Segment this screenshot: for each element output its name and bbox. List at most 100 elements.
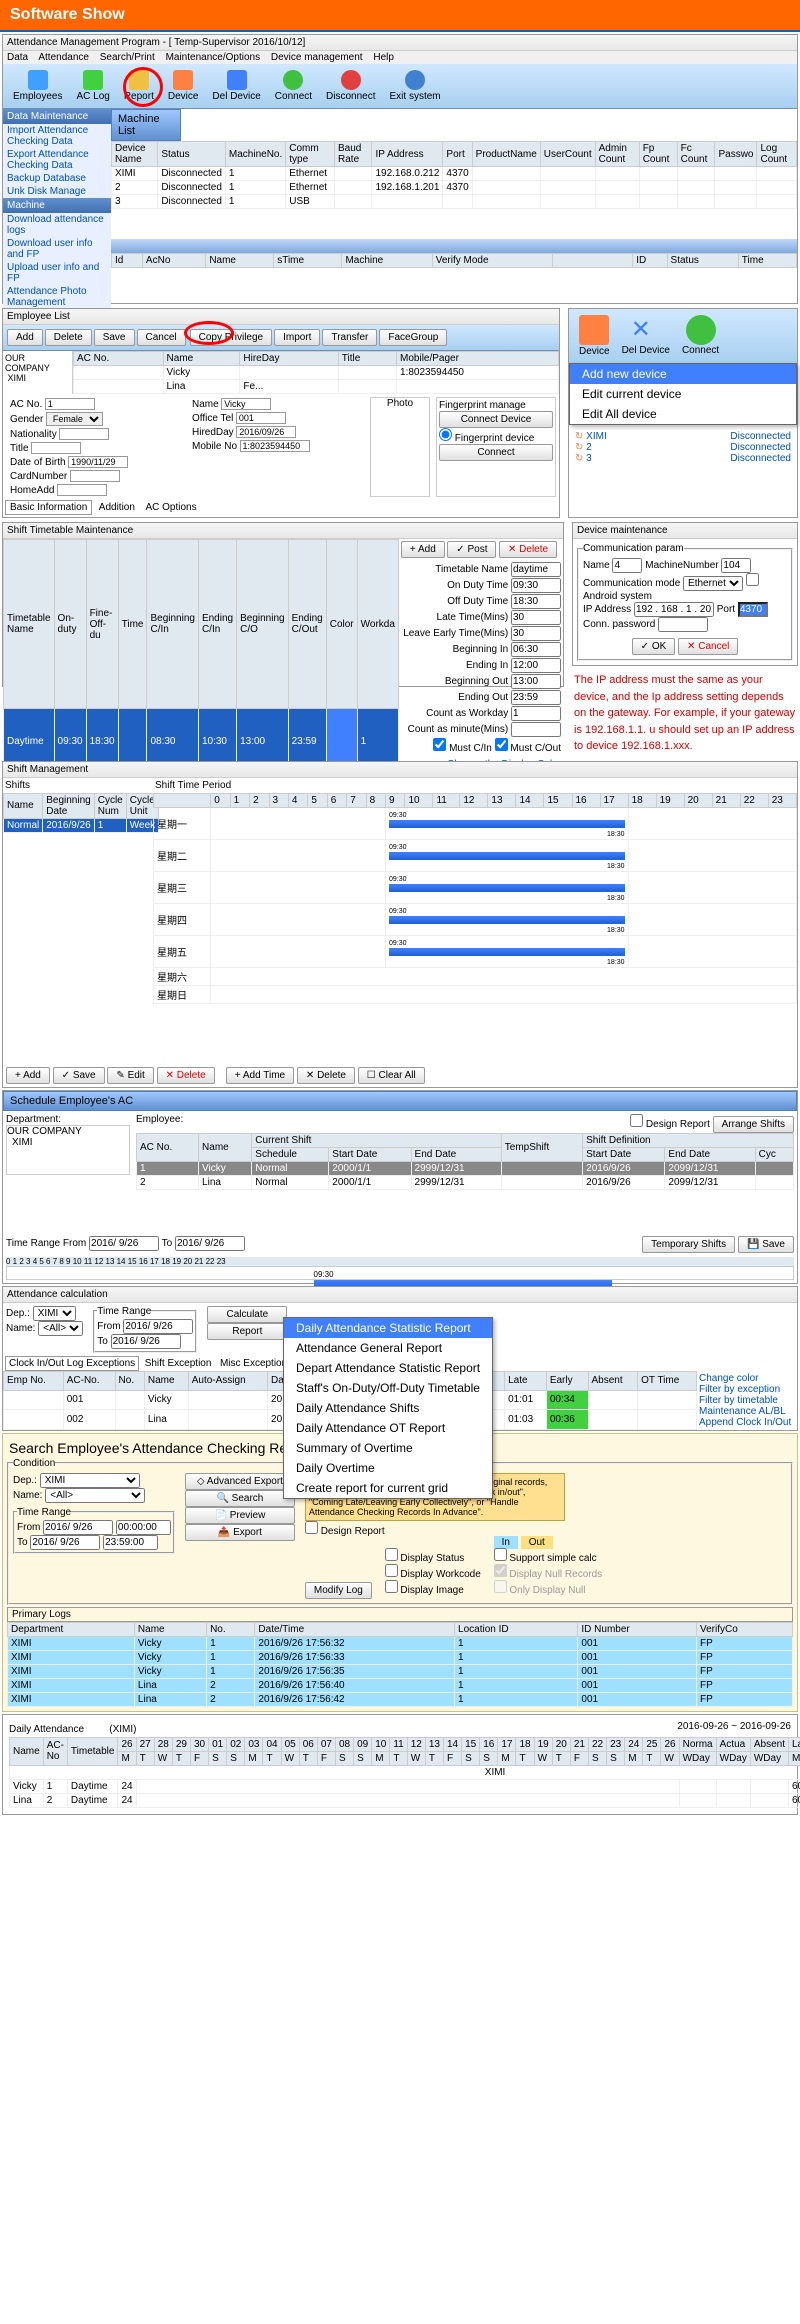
dm-cmode[interactable]: Ethernet (683, 576, 743, 591)
tb-employees[interactable]: Employees (7, 68, 68, 104)
rpt-staff[interactable]: Staff's On-Duty/Off-Duty Timetable (284, 1378, 492, 1398)
emp-import[interactable]: Import (274, 329, 320, 346)
side-dluser[interactable]: Download user info and FP (3, 237, 111, 261)
sm-delete[interactable]: ✕ Delete (157, 1067, 215, 1084)
rpt-daily[interactable]: Daily Attendance Statistic Report (284, 1318, 492, 1338)
tab-add[interactable]: Addition (95, 501, 139, 514)
rpt-shifts[interactable]: Daily Attendance Shifts (284, 1398, 492, 1418)
tb-disconnect[interactable]: Disconnect (320, 68, 381, 104)
menu-add-device[interactable]: Add new device (570, 364, 796, 384)
report-btn[interactable]: Report (207, 1323, 287, 1340)
simple-chk[interactable]: Support simple calc (494, 1553, 597, 1564)
dm-cancel[interactable]: ✕ Cancel (678, 638, 738, 655)
f-workday[interactable] (511, 706, 561, 721)
tb-aclog[interactable]: AC Log (70, 68, 115, 104)
side-photo[interactable]: Attendance Photo Management (3, 285, 111, 309)
hired-input[interactable] (236, 426, 296, 438)
tt-add[interactable]: + Add (401, 541, 445, 558)
primary-tab[interactable]: Primary Logs (7, 1607, 793, 1622)
sm-clear[interactable]: ☐ Clear All (358, 1067, 425, 1084)
side-export[interactable]: Export Attendance Checking Data (3, 148, 111, 172)
sm-edit[interactable]: ✎ Edit (107, 1067, 153, 1084)
dept-tree[interactable]: OUR COMPANY XIMI (6, 1125, 130, 1175)
menu-attendance[interactable]: Attendance (38, 52, 89, 63)
birth-input[interactable] (68, 456, 128, 468)
acno-input[interactable] (45, 398, 95, 410)
name-input[interactable] (221, 398, 271, 410)
tt-grid[interactable]: Timetable NameOn-dutyFine-Off-duTimeBegi… (3, 539, 399, 775)
dm-ok[interactable]: ✓ OK (632, 638, 676, 655)
calc-from[interactable] (123, 1319, 193, 1334)
calculate-btn[interactable]: Calculate (207, 1306, 287, 1323)
emp-del[interactable]: Delete (45, 329, 92, 346)
search-grid[interactable]: DepartmentNameNo.Date/TimeLocation IDID … (7, 1622, 793, 1707)
nat-input[interactable] (59, 428, 109, 440)
sched-grid[interactable]: AC No.NameCurrent ShiftTempShiftShift De… (136, 1133, 794, 1190)
rpt-dot[interactable]: Daily Overtime (284, 1458, 492, 1478)
disp-img[interactable]: Display Image (385, 1585, 464, 1596)
emp-add[interactable]: Add (7, 329, 43, 346)
gender-select[interactable]: Female (46, 412, 103, 426)
tb-exit[interactable]: Exit system (384, 68, 447, 104)
shifts-grid[interactable]: NameBeginning DateCycle NumCycle Unit No… (3, 793, 159, 833)
dm-ip[interactable] (634, 602, 714, 617)
rpt-depart[interactable]: Depart Attendance Statistic Report (284, 1358, 492, 1378)
dm-mnum[interactable] (721, 558, 751, 573)
chk-mustout[interactable]: Must C/Out (495, 743, 561, 754)
card-input[interactable] (70, 470, 120, 482)
f-beginout[interactable] (511, 674, 561, 689)
side-maint[interactable]: Maintenance AL/BL (699, 1406, 795, 1417)
sched-save-btn[interactable]: 💾 Save (738, 1236, 794, 1253)
preview-btn[interactable]: 📄 Preview (185, 1507, 295, 1524)
calc-dep[interactable]: XIMI (33, 1306, 76, 1321)
rpt-sum[interactable]: Summary of Overtime (284, 1438, 492, 1458)
calc-to[interactable] (111, 1334, 181, 1349)
connect-btn[interactable]: Connect (439, 444, 553, 461)
tt-delete[interactable]: ✕ Delete (499, 541, 557, 558)
title-input[interactable] (31, 442, 81, 454)
side-backup[interactable]: Backup Database (3, 172, 111, 185)
menu-device[interactable]: Device management (271, 52, 363, 63)
machine-grid[interactable]: Device NameStatusMachineNo.Comm typeBaud… (111, 141, 797, 209)
s-dep[interactable]: XIMI (40, 1473, 140, 1488)
detail-splitter[interactable] (111, 239, 797, 253)
menu-search[interactable]: Search/Print (100, 52, 155, 63)
export-btn[interactable]: 📤 Export (185, 1524, 295, 1541)
design-chk[interactable]: Design Report (630, 1119, 710, 1130)
side-dlatt[interactable]: Download attendance logs (3, 213, 111, 237)
calc-tab2[interactable]: Misc Exception (217, 1357, 290, 1370)
emp-facegroup[interactable]: FaceGroup (379, 329, 447, 346)
f-beginin[interactable] (511, 642, 561, 657)
tab-basic[interactable]: Basic Information (5, 500, 92, 515)
tb-connect[interactable]: Connect (269, 68, 318, 104)
f-howmany[interactable] (511, 722, 561, 737)
dm-port[interactable] (738, 602, 768, 617)
tb-deldevice[interactable]: Del Device (206, 68, 266, 104)
f-leave[interactable] (511, 626, 561, 641)
side-udisk[interactable]: Unk Disk Manage (3, 185, 111, 198)
disp-status[interactable]: Display Status (385, 1553, 465, 1564)
sm-add[interactable]: + Add (6, 1067, 50, 1084)
menu-data[interactable]: Data (7, 52, 28, 63)
emp-save[interactable]: Save (94, 329, 135, 346)
period-grid[interactable]: 01234567891011121314151617181920212223 星… (153, 793, 797, 1004)
menu-help[interactable]: Help (373, 52, 394, 63)
f-late[interactable] (511, 610, 561, 625)
null-chk[interactable]: Display Null Records (494, 1569, 603, 1580)
menubar[interactable]: Data Attendance Search/Print Maintenance… (3, 51, 797, 64)
menu-edit-all[interactable]: Edit All device (570, 404, 796, 424)
fp-radio[interactable]: Fingerprint device (439, 433, 534, 444)
side-filtertt[interactable]: Filter by timetable (699, 1395, 795, 1406)
dm-name[interactable] (612, 558, 642, 573)
rpt-gen[interactable]: Attendance General Report (284, 1338, 492, 1358)
emp-transfer[interactable]: Transfer (322, 329, 377, 346)
mobile-input[interactable] (240, 440, 310, 452)
menu-edit-device[interactable]: Edit current device (570, 384, 796, 404)
big-device[interactable]: Device (573, 313, 616, 359)
calc-tab0[interactable]: Clock In/Out Log Exceptions (5, 1356, 139, 1371)
f-onduty[interactable] (511, 578, 561, 593)
s-from[interactable] (43, 1520, 113, 1535)
s-name[interactable]: <All> (45, 1488, 145, 1503)
big-connect[interactable]: Connect (676, 313, 725, 359)
s-to[interactable] (30, 1535, 100, 1550)
